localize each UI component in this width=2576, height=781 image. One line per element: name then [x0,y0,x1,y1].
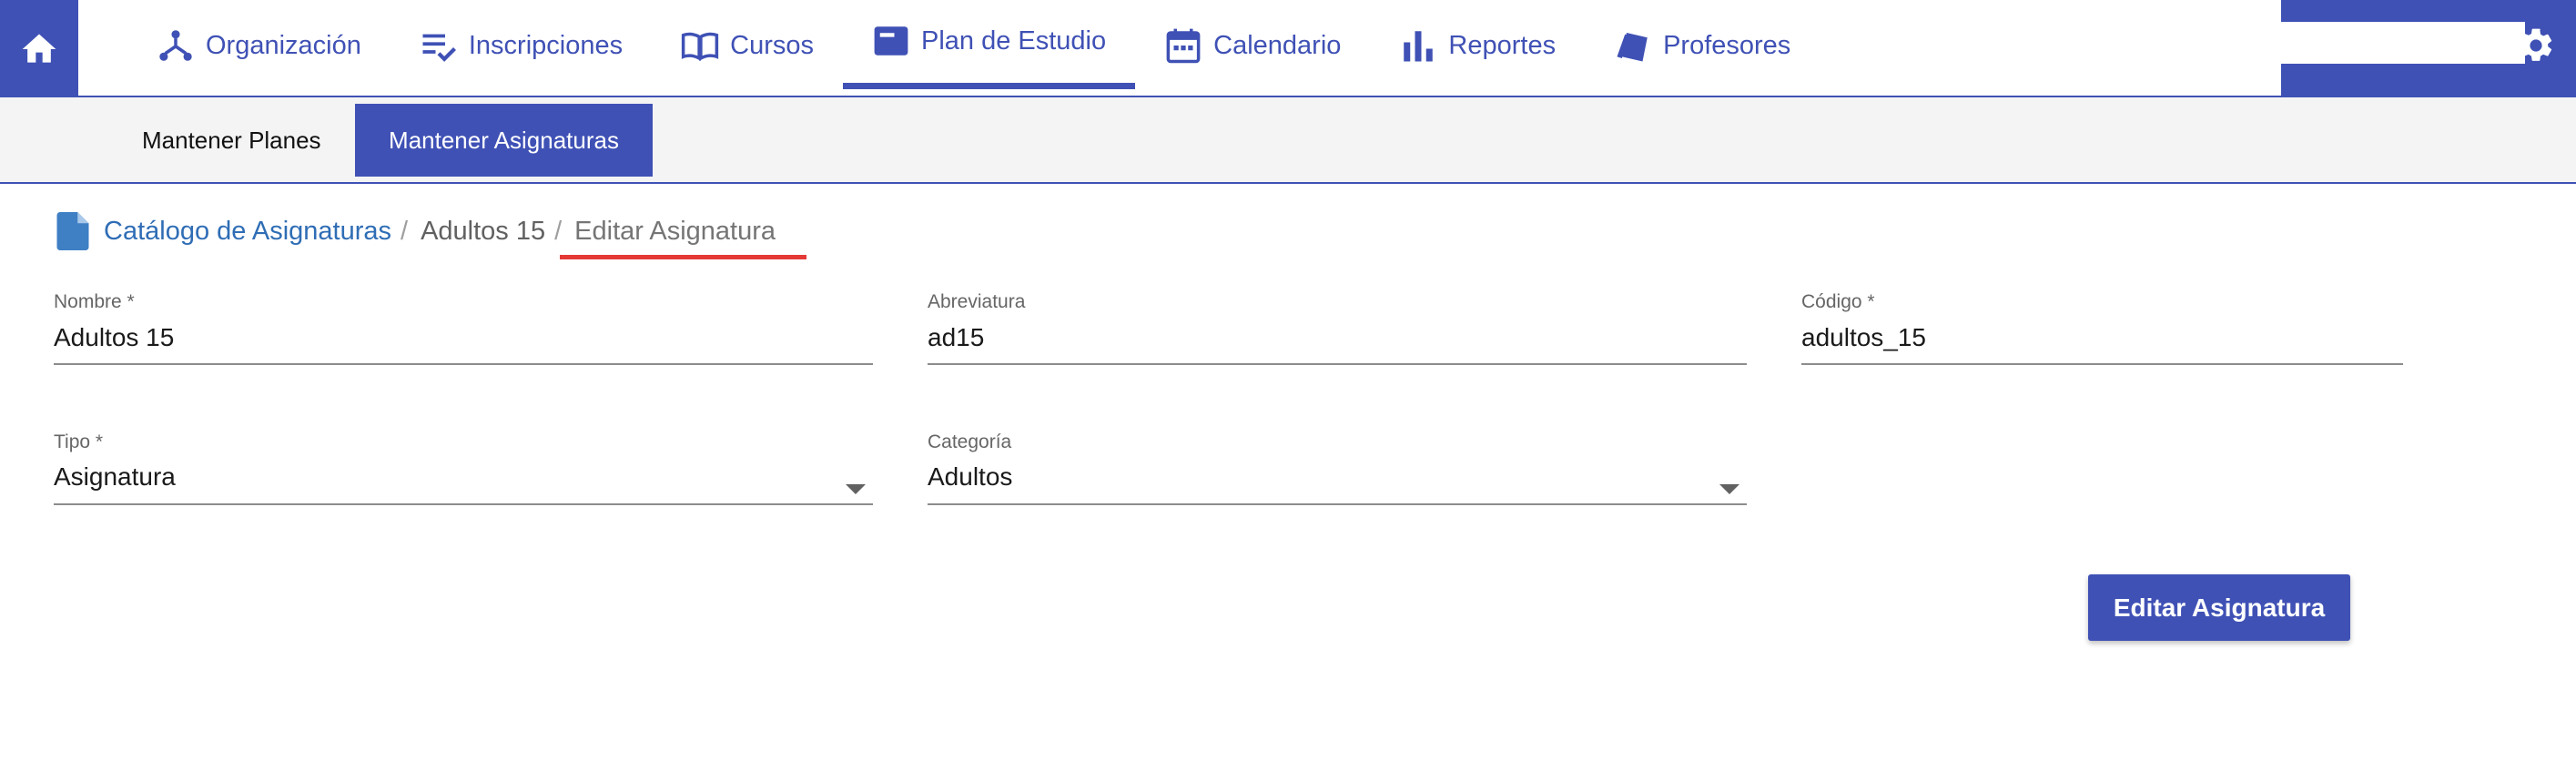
organization-icon [159,30,192,61]
breadcrumb-current: Editar Asignatura [560,216,806,259]
abreviatura-label: Abreviatura [928,291,1026,312]
checklist-icon [422,34,456,62]
tab-mantener-planes[interactable]: Mantener Planes [126,104,338,177]
dropdown-caret-icon [846,484,866,494]
breadcrumb-catalogo-link[interactable]: Catálogo de Asignaturas [104,217,391,247]
nav-item-reportes[interactable]: Reportes [1370,0,1585,91]
nav-label: Organización [206,30,361,60]
book-icon [682,32,719,62]
codigo-field: Código * [1801,291,2403,365]
nav-label: Cursos [730,30,814,60]
abreviatura-field: Abreviatura [928,291,1747,365]
nav-label: Profesores [1663,30,1791,60]
tab-mantener-asignaturas[interactable]: Mantener Asignaturas [355,104,653,177]
codigo-label: Código * [1801,291,1875,312]
main-nav: Organización Inscripciones Cursos Plan d… [127,0,1820,96]
nav-item-cursos[interactable]: Cursos [652,0,843,91]
breadcrumb-separator: / [554,216,563,246]
document-icon [56,212,89,250]
nav-item-plan-de-estudio[interactable]: Plan de Estudio [842,0,1136,89]
nombre-label: Nombre * [54,291,135,312]
bar-chart-icon [1404,31,1434,62]
dropdown-caret-icon [1719,484,1739,494]
sub-navigation-bar: Mantener Planes Mantener Asignaturas [0,97,2576,184]
categoria-field: Categoría Adultos [928,431,1747,505]
nav-item-calendario[interactable]: Calendario [1135,0,1370,91]
card-icon [874,26,908,56]
nav-label: Reportes [1448,30,1557,60]
nav-item-profesores[interactable]: Profesores [1585,0,1820,91]
editar-asignatura-button[interactable]: Editar Asignatura [2088,574,2350,641]
cards-icon [1617,33,1648,62]
tipo-field: Tipo * Asignatura [54,431,873,505]
calendar-icon [1166,28,1201,64]
nav-label: Calendario [1213,30,1342,60]
top-search-box[interactable] [2281,22,2525,64]
tipo-select[interactable]: Asignatura [54,462,873,505]
home-button[interactable] [0,0,78,97]
breadcrumb-separator: / [401,216,409,246]
gear-icon[interactable] [2516,25,2556,66]
categoria-selected-value: Adultos [928,462,1747,505]
tipo-label: Tipo * [54,431,104,452]
categoria-select[interactable]: Adultos [928,462,1747,505]
nombre-input[interactable] [54,322,873,365]
tipo-selected-value: Asignatura [54,462,873,505]
nav-label: Plan de Estudio [920,25,1107,56]
codigo-input[interactable] [1801,322,2403,365]
categoria-label: Categoría [928,431,1012,452]
nombre-field: Nombre * [54,291,873,365]
abreviatura-input[interactable] [928,322,1747,365]
breadcrumb: Catálogo de Asignaturas / Adultos 15 / E… [56,209,806,259]
nav-item-inscripciones[interactable]: Inscripciones [390,0,652,91]
nav-label: Inscripciones [468,30,624,60]
home-icon [22,34,56,63]
nav-item-organizacion[interactable]: Organización [127,0,390,91]
breadcrumb-asignatura-link[interactable]: Adultos 15 [421,217,545,247]
top-navigation-bar: Organización Inscripciones Cursos Plan d… [0,0,2576,97]
